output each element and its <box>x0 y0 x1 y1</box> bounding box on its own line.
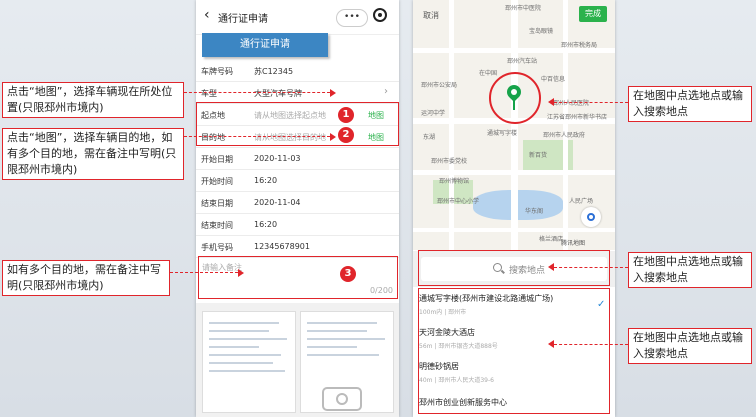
start-date-row[interactable]: 开始日期 2020-11-03 <box>196 148 399 170</box>
arrow-destination <box>184 136 330 137</box>
arrow-head <box>330 89 336 97</box>
done-button[interactable]: 完成 <box>579 6 607 22</box>
close-target-icon[interactable] <box>373 8 387 22</box>
phone-number-row[interactable]: 手机号码 12345678901 <box>196 236 399 258</box>
arrow-head <box>238 269 244 277</box>
title-bar: ‹ 通行证申请 ••• <box>196 0 399 35</box>
map-label: 通城写字楼 <box>487 130 518 137</box>
map-label: 邳州市委党校 <box>431 158 468 165</box>
start-date-value: 2020-11-03 <box>254 154 301 163</box>
map-label: 邳州市税务局 <box>561 42 598 49</box>
callout-map-pick: 在地图中点选地点或输入搜索地点 <box>628 86 752 122</box>
arrow-search-pick <box>554 267 628 268</box>
callout-start-location: 点击“地图”，选择车辆现在所处位置(只限邳州市境内) <box>2 82 184 118</box>
callout-list-pick: 在地图中点选地点或输入搜索地点 <box>628 328 752 364</box>
field-label: 手机号码 <box>201 243 233 252</box>
map-view[interactable]: 邳州市中医院 宝岛眼镜 邳州市税务局 邳州汽车站 在中国 中百信息 邳州市公安局… <box>413 0 615 250</box>
more-menu-button[interactable]: ••• <box>336 9 368 27</box>
location-fields-highlight <box>196 102 399 146</box>
map-label: 邳州市中医院 <box>505 5 542 12</box>
field-label: 车牌号码 <box>201 67 233 76</box>
map-label: 邳州市人民政府 <box>543 132 586 139</box>
application-form-screen: ‹ 通行证申请 ••• 通行证申请 车牌号码 苏C12345 车型 大型汽车号牌… <box>196 0 399 417</box>
callout-search-pick: 在地图中点选地点或输入搜索地点 <box>628 252 752 288</box>
map-label: 人民广场 <box>569 198 594 205</box>
map-label: 东湖 <box>423 134 436 141</box>
step-badge-3: 3 <box>340 266 356 282</box>
step-badge-2: 2 <box>338 127 354 143</box>
attachment-area <box>196 303 399 417</box>
start-time-row[interactable]: 开始时间 16:20 <box>196 170 399 192</box>
map-label: 运河中学 <box>421 110 446 117</box>
callout-remark: 如有多个目的地，需在备注中写明(只限邳州市境内) <box>2 260 170 296</box>
results-highlight <box>418 288 610 414</box>
plate-number-row[interactable]: 车牌号码 苏C12345 <box>196 60 399 82</box>
back-arrow-icon[interactable]: ‹ <box>204 7 210 23</box>
cancel-button[interactable]: 取消 <box>423 10 439 21</box>
arrow-head <box>330 133 336 141</box>
arrow-list-pick <box>554 344 628 345</box>
map-label: 邳州市中心小学 <box>437 198 480 205</box>
step-badge-1: 1 <box>338 107 354 123</box>
field-label: 结束时间 <box>201 221 233 230</box>
map-label: 宝岛眼镜 <box>529 28 554 35</box>
arrow-remark <box>170 272 238 273</box>
end-time-value: 16:20 <box>254 220 278 229</box>
start-time-value: 16:20 <box>254 176 278 185</box>
application-form: 车牌号码 苏C12345 车型 大型汽车号牌 › 起点地 请从地图选择起点地 地… <box>196 60 399 258</box>
camera-icon[interactable] <box>322 387 362 411</box>
map-label: 江苏省邳州市新华书店 <box>547 114 608 121</box>
page-title: 通行证申请 <box>218 14 268 25</box>
field-label: 车型 <box>201 89 217 98</box>
vehicle-type-row[interactable]: 车型 大型汽车号牌 › <box>196 82 399 104</box>
map-label: 新百货 <box>529 152 548 159</box>
map-label: 邳州市公安局 <box>421 82 458 89</box>
map-brand: 腾讯地图 <box>561 240 586 247</box>
end-time-row[interactable]: 结束时间 16:20 <box>196 214 399 236</box>
phone-number-value: 12345678901 <box>254 242 310 251</box>
vehicle-type-value: 大型汽车号牌 <box>254 89 302 98</box>
map-label: 格兰酒店 <box>539 236 564 243</box>
map-label: 华东阁 <box>525 208 544 215</box>
plate-number-value: 苏C12345 <box>254 67 294 76</box>
arrow-start <box>184 92 330 93</box>
map-label: 在中国 <box>479 70 498 77</box>
field-label: 结束日期 <box>201 199 233 208</box>
search-highlight <box>418 250 610 286</box>
locate-me-icon[interactable] <box>581 207 601 227</box>
callout-destination: 点击“地图”，选择车辆目的地，如有多个目的地，需在备注中写明(只限邳州市境内) <box>2 128 184 180</box>
end-date-value: 2020-11-04 <box>254 198 301 207</box>
end-date-row[interactable]: 结束日期 2020-11-04 <box>196 192 399 214</box>
map-label: 邳州汽车站 <box>507 58 538 65</box>
chevron-right-icon: › <box>384 86 388 97</box>
form-banner: 通行证申请 <box>202 33 328 57</box>
attachment-thumbnail[interactable] <box>202 311 296 413</box>
remark-highlight <box>198 256 398 299</box>
field-label: 开始时间 <box>201 177 233 186</box>
arrow-map-pick <box>554 102 628 103</box>
field-label: 开始日期 <box>201 155 233 164</box>
map-label: 中百信息 <box>541 76 566 83</box>
map-label: 邳州博物馆 <box>439 178 470 185</box>
